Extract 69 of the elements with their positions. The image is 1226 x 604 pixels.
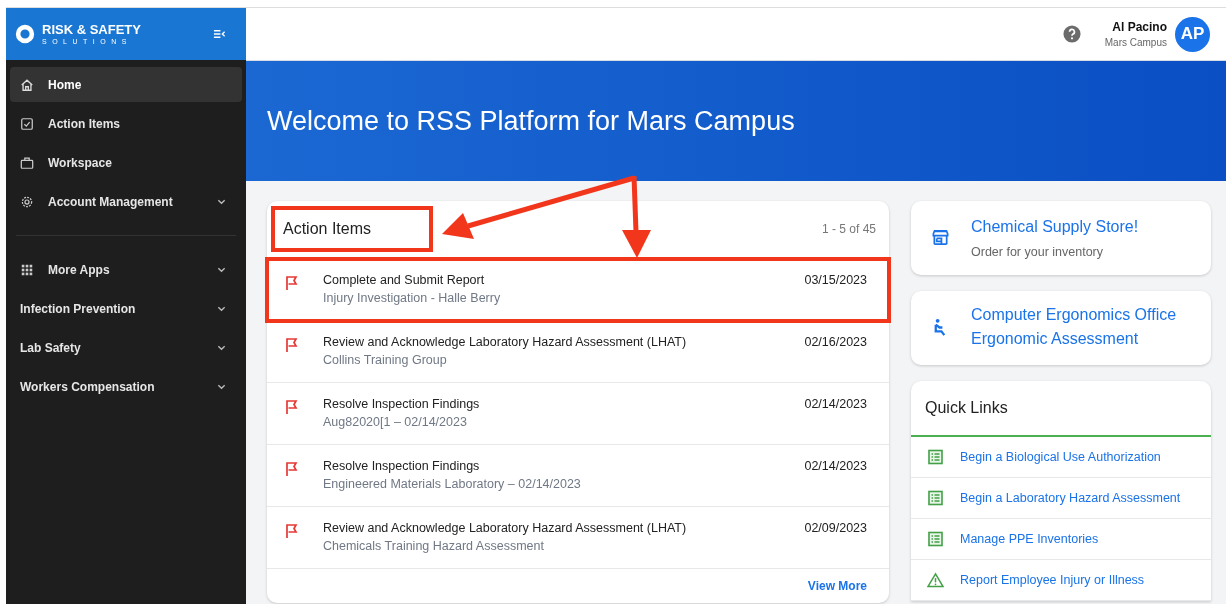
- warning-icon: [927, 572, 944, 588]
- home-icon: [20, 77, 34, 92]
- form-icon: [927, 449, 944, 465]
- item-date: 03/15/2023: [804, 273, 867, 287]
- sidebar-item[interactable]: More Apps: [10, 252, 242, 287]
- item-count: 1 - 5 of 45: [821, 222, 876, 236]
- quick-link[interactable]: Manage PPE Inventories: [960, 532, 1099, 546]
- action-item-row[interactable]: Review and Acknowledge Laboratory Hazard Assessment (LHAT) Chemicals Training Hazard Assessment 02/09/2023: [267, 507, 889, 569]
- chevron-down-icon: [217, 383, 226, 390]
- item-date: 02/14/2023: [804, 397, 867, 411]
- form-icon: [927, 490, 944, 506]
- welcome-title: Welcome to RSS Platform for Mars Campus: [267, 105, 795, 137]
- item-subtitle: Aug82020[1 – 02/14/2023: [323, 415, 468, 429]
- item-date: 02/09/2023: [804, 521, 867, 535]
- promo-subtitle: Order for your inventory: [971, 245, 1104, 259]
- action-item-row[interactable]: Complete and Submit Report Injury Investigation - Halle Berry 03/15/2023: [267, 259, 889, 321]
- flag-icon: [285, 523, 299, 539]
- item-subtitle: Engineered Materials Laboratory – 02/14/2023: [323, 477, 582, 491]
- user-campus: Mars Campus: [1104, 37, 1167, 48]
- card-title: Quick Links: [925, 399, 1008, 417]
- sidebar-item[interactable]: Action Items: [10, 106, 242, 141]
- flag-icon: [285, 275, 299, 291]
- card-title: Action Items: [271, 206, 434, 252]
- store-icon: [931, 227, 950, 247]
- item-subtitle: Collins Training Group: [323, 353, 448, 367]
- sidebar-item[interactable]: Lab Safety: [10, 330, 242, 365]
- item-subtitle: Injury Investigation - Halle Berry: [323, 291, 502, 305]
- sidebar-item[interactable]: Account Management: [10, 184, 242, 219]
- view-more-link[interactable]: View More: [807, 579, 867, 593]
- user-name: Al Pacino: [1112, 20, 1167, 34]
- checkbox-icon: [20, 116, 34, 131]
- chevron-down-icon: [217, 198, 226, 205]
- quick-link[interactable]: Begin a Laboratory Hazard Assessment: [960, 491, 1181, 505]
- action-item-row[interactable]: Review and Acknowledge Laboratory Hazard Assessment (LHAT) Collins Training Group 02/16/2023: [267, 321, 889, 383]
- sidebar-item[interactable]: Workspace: [10, 145, 242, 180]
- action-item-row[interactable]: Resolve Inspection Findings Engineered Materials Laboratory – 02/14/2023 02/14/2023: [267, 445, 889, 507]
- flag-icon: [285, 399, 299, 415]
- flag-icon: [285, 337, 299, 353]
- promo-card[interactable]: Chemical Supply Store! Order for your inventory: [911, 201, 1211, 275]
- sidebar-item[interactable]: Infection Prevention: [10, 291, 242, 326]
- promo-card[interactable]: Computer Ergonomics Office Ergonomic Assessment: [911, 291, 1211, 365]
- apps-grid-icon: [20, 262, 34, 277]
- sidebar-item[interactable]: Home: [10, 67, 242, 102]
- chevron-down-icon: [217, 344, 226, 351]
- promo-title[interactable]: Computer Ergonomics Office Ergonomic Assessment: [971, 303, 1195, 351]
- item-title: Resolve Inspection Findings: [323, 459, 481, 473]
- logo-title: RISK & SAFETY: [42, 23, 141, 36]
- item-title: Complete and Submit Report: [323, 273, 486, 287]
- action-item-row[interactable]: Resolve Inspection Findings Aug82020[1 – 02/14/2023 02/14/2023: [267, 383, 889, 445]
- chevron-down-icon: [217, 266, 226, 273]
- promo-title[interactable]: Chemical Supply Store!: [971, 215, 1139, 239]
- quick-link[interactable]: Begin a Biological Use Authorization: [960, 450, 1161, 464]
- item-date: 02/16/2023: [804, 335, 867, 349]
- item-subtitle: Chemicals Training Hazard Assessment: [323, 539, 545, 553]
- sidebar-item[interactable]: Workers Compensation: [10, 369, 242, 404]
- help-icon[interactable]: [1062, 25, 1081, 43]
- form-icon: [927, 531, 944, 547]
- item-title: Resolve Inspection Findings: [323, 397, 481, 411]
- briefcase-icon: [20, 155, 34, 170]
- logo-icon: [14, 23, 36, 45]
- item-title: Review and Acknowledge Laboratory Hazard Assessment (LHAT): [323, 335, 688, 349]
- user-avatar[interactable]: AP: [1175, 16, 1210, 52]
- settings-icon: [20, 194, 34, 209]
- chevron-down-icon: [217, 305, 226, 312]
- item-title: Review and Acknowledge Laboratory Hazard Assessment (LHAT): [323, 521, 688, 535]
- item-date: 02/14/2023: [804, 459, 867, 473]
- collapse-menu-icon[interactable]: [213, 29, 226, 39]
- quick-link[interactable]: Report Employee Injury or Illness: [960, 573, 1145, 587]
- flag-icon: [285, 461, 299, 477]
